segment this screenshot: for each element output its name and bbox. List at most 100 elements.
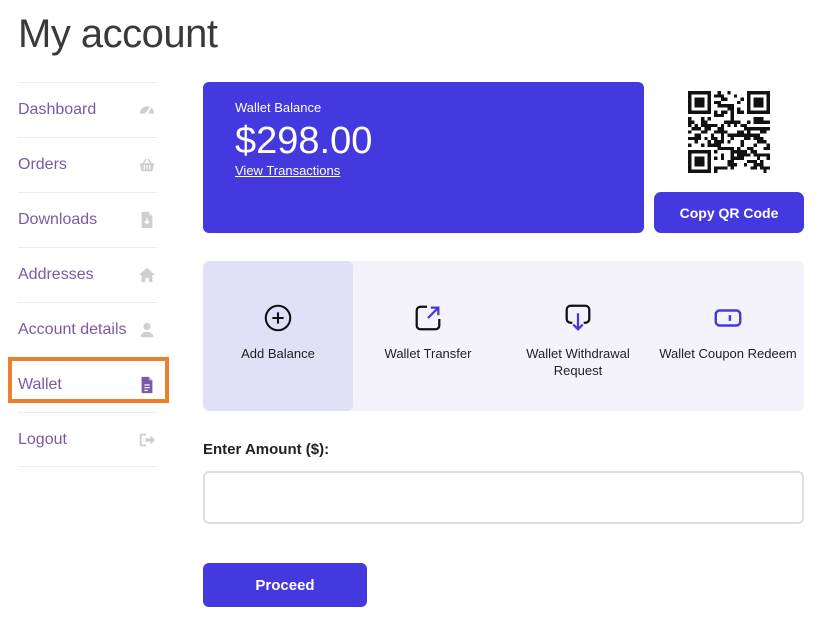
qr-module <box>760 91 764 95</box>
qr-module <box>743 123 748 128</box>
wallet-withdrawal-action[interactable]: Wallet Withdrawal Request <box>503 261 653 411</box>
qr-module <box>753 159 757 164</box>
qr-module <box>707 100 711 105</box>
qr-module <box>760 140 764 144</box>
sidebar-item-addresses[interactable]: Addresses <box>18 247 157 302</box>
qr-module <box>714 94 718 98</box>
qr-module <box>701 150 705 154</box>
qr-module <box>753 110 757 114</box>
qr-module <box>763 140 767 144</box>
qr-module <box>707 127 711 131</box>
qr-module <box>747 91 751 95</box>
qr-module <box>688 153 692 157</box>
qr-module <box>756 153 761 157</box>
qr-module <box>707 169 711 173</box>
qr-module <box>688 94 692 98</box>
qr-module <box>697 136 702 141</box>
qr-module <box>688 117 692 121</box>
qr-module <box>714 123 718 128</box>
qr-module <box>707 107 711 111</box>
qr-module <box>756 120 761 124</box>
qr-module <box>694 169 698 173</box>
qr-module <box>753 153 757 157</box>
amount-label: Enter Amount ($): <box>203 441 330 458</box>
qr-module <box>724 110 728 114</box>
qr-module <box>720 104 725 108</box>
add-balance-action[interactable]: Add Balance <box>203 261 353 411</box>
qr-module <box>743 136 748 141</box>
qr-module <box>707 143 711 147</box>
qr-module <box>766 100 770 105</box>
qr-module <box>688 130 692 134</box>
qr-module <box>766 110 770 114</box>
qr-module <box>737 156 741 160</box>
qr-module <box>704 120 708 124</box>
qr-module <box>733 123 738 128</box>
qr-module <box>707 94 711 98</box>
qr-module <box>760 100 764 105</box>
qr-module <box>714 140 718 144</box>
qr-module <box>727 91 731 95</box>
qr-module <box>688 169 692 173</box>
qr-module <box>760 117 764 121</box>
qr-module <box>753 104 757 108</box>
withdraw-icon <box>561 301 595 335</box>
sidebar-item-dashboard[interactable]: Dashboard <box>18 82 157 137</box>
qr-module <box>760 163 764 167</box>
qr-module <box>763 127 767 131</box>
qr-module <box>701 130 705 134</box>
qr-module <box>694 127 698 131</box>
qr-module <box>766 91 770 95</box>
qr-module <box>753 166 757 170</box>
sidebar-item-downloads[interactable]: Downloads <box>18 192 157 247</box>
amount-input[interactable] <box>203 471 804 524</box>
qr-module <box>743 127 748 131</box>
qr-module <box>714 169 718 173</box>
qr-module <box>766 143 770 147</box>
qr-module <box>707 153 711 157</box>
sidebar-item-wallet[interactable]: Wallet <box>8 357 169 412</box>
qr-module <box>760 97 764 101</box>
view-transactions-link[interactable]: View Transactions <box>235 163 340 178</box>
qr-module <box>753 100 757 105</box>
qr-module <box>688 163 692 167</box>
qr-module <box>766 107 770 111</box>
qr-module <box>756 104 761 108</box>
sidebar-item-logout[interactable]: Logout <box>18 412 157 467</box>
wallet-transfer-action[interactable]: Wallet Transfer <box>353 261 503 411</box>
file-download-icon <box>137 210 157 230</box>
wallet-coupon-redeem-action[interactable]: Wallet Coupon Redeem <box>653 261 803 411</box>
qr-module <box>688 166 692 170</box>
qr-module <box>740 153 744 157</box>
qr-module <box>753 133 757 137</box>
qr-module <box>733 120 738 124</box>
qr-module <box>688 91 692 95</box>
qr-module <box>740 156 744 160</box>
account-sidebar: Dashboard Orders Downloads Addresses Acc… <box>8 82 169 467</box>
proceed-button[interactable]: Proceed <box>203 563 367 607</box>
qr-module <box>733 156 738 160</box>
qr-module <box>753 117 757 121</box>
qr-module <box>701 156 705 160</box>
qr-module <box>737 120 741 124</box>
qr-module <box>694 136 698 141</box>
action-label: Add Balance <box>241 346 315 361</box>
user-icon <box>137 320 157 340</box>
qr-module <box>760 136 764 141</box>
qr-module <box>694 163 698 167</box>
sidebar-item-label: Dashboard <box>18 101 97 118</box>
qr-module <box>737 133 741 137</box>
qr-module <box>737 107 741 111</box>
sidebar-item-label: Logout <box>18 430 67 448</box>
sidebar-item-orders[interactable]: Orders <box>18 137 157 192</box>
qr-module <box>717 166 721 170</box>
sidebar-item-account-details[interactable]: Account details <box>18 302 157 357</box>
qr-module <box>766 120 770 124</box>
qr-module <box>747 94 751 98</box>
qr-module <box>720 110 725 114</box>
qr-module <box>701 110 705 114</box>
copy-qr-code-button[interactable]: Copy QR Code <box>654 192 804 233</box>
qr-module <box>720 153 725 157</box>
qr-module <box>724 97 728 101</box>
qr-module <box>730 136 734 141</box>
